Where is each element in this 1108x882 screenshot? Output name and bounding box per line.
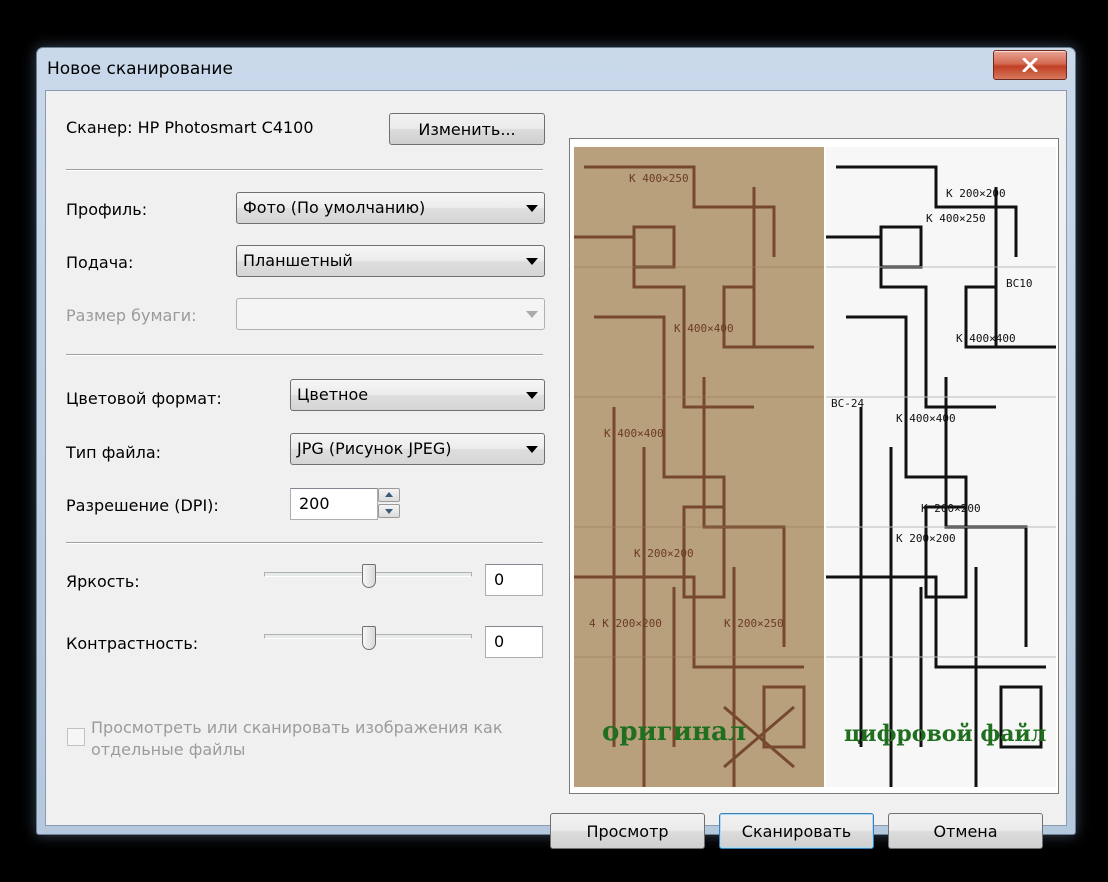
svg-text:K 400×400: K 400×400 (674, 322, 734, 335)
scan-button[interactable]: Сканировать (719, 813, 874, 849)
svg-text:4 K 200×200: 4 K 200×200 (589, 617, 662, 630)
color-format-label: Цветовой формат: (66, 389, 222, 408)
scanner-name: Сканер: HP Photosmart C4100 (66, 118, 314, 137)
contrast-label: Контрастность: (66, 634, 199, 653)
contrast-input[interactable]: 0 (485, 626, 543, 658)
change-scanner-button[interactable]: Изменить... (389, 113, 545, 145)
close-icon (1022, 58, 1038, 72)
dialog-body: Сканер: HP Photosmart C4100 Изменить... … (45, 90, 1067, 849)
color-format-dropdown[interactable]: Цветное (290, 379, 545, 411)
cancel-button[interactable]: Отмена (888, 813, 1043, 849)
digital-drawing-image: K 200×200 K 400×250 K 400×400 K 400×400 … (826, 147, 1056, 787)
separator (66, 354, 543, 356)
profile-value: Фото (По умолчанию) (243, 198, 426, 217)
profile-label: Профиль: (66, 200, 148, 219)
chevron-down-icon (526, 446, 538, 453)
original-scan-image: K 400×250 K 400×400 K 400×400 K 200×200 … (574, 147, 824, 787)
svg-text:K 200×200: K 200×200 (896, 532, 956, 545)
digital-scan-image: K 200×200 K 400×250 K 400×400 K 400×400 … (826, 147, 1056, 787)
svg-text:K 400×400: K 400×400 (896, 412, 956, 425)
resolution-value: 200 (299, 494, 330, 513)
window-title: Новое сканирование (47, 59, 233, 79)
new-scan-dialog: Новое сканирование Сканер: HP Photosmart… (36, 47, 1076, 849)
title-bar[interactable]: Новое сканирование (37, 48, 1075, 90)
preview-button[interactable]: Просмотр (550, 813, 705, 849)
source-dropdown[interactable]: Планшетный (236, 245, 545, 277)
svg-text:BC-24: BC-24 (831, 397, 864, 410)
resolution-input[interactable]: 200 (290, 488, 378, 520)
resolution-label: Разрешение (DPI): (66, 496, 219, 515)
svg-text:K 200×200: K 200×200 (921, 502, 981, 515)
brightness-label: Яркость: (66, 572, 140, 591)
digital-caption: цифровой файл (844, 721, 1047, 747)
scan-preview-pane: K 400×250 K 400×400 K 400×400 K 200×200 … (569, 138, 1059, 794)
svg-text:K 400×400: K 400×400 (956, 332, 1016, 345)
svg-text:K 200×200: K 200×200 (634, 547, 694, 560)
chevron-down-icon (526, 392, 538, 399)
separate-files-label-line2: отдельные файлы (91, 740, 246, 759)
svg-text:K 200×200: K 200×200 (946, 187, 1006, 200)
separator (66, 169, 543, 171)
chevron-down-icon (526, 311, 538, 318)
chevron-down-icon (526, 258, 538, 265)
original-drawing-image: K 400×250 K 400×400 K 400×400 K 200×200 … (574, 147, 824, 787)
svg-text:K 400×250: K 400×250 (926, 212, 986, 225)
source-label: Подача: (66, 253, 134, 272)
file-type-label: Тип файла: (66, 443, 162, 462)
separate-files-label-line1: Просмотреть или сканировать изображения … (91, 718, 503, 737)
file-type-dropdown[interactable]: JPG (Рисунок JPEG) (290, 433, 545, 465)
resolution-stepper[interactable] (378, 488, 402, 520)
paper-size-dropdown (236, 298, 545, 330)
arrow-up-icon[interactable] (378, 488, 400, 502)
paper-size-label: Размер бумаги: (66, 306, 197, 325)
contrast-value: 0 (494, 632, 505, 651)
arrow-down-icon[interactable] (378, 504, 400, 518)
source-value: Планшетный (243, 251, 353, 270)
svg-text:BC10: BC10 (1006, 277, 1033, 290)
close-button[interactable] (993, 50, 1067, 80)
svg-text:K 200×250: K 200×250 (724, 617, 784, 630)
brightness-slider-thumb[interactable] (362, 564, 376, 588)
separator (66, 542, 543, 544)
svg-text:K 400×250: K 400×250 (629, 172, 689, 185)
original-caption: оригинал (602, 717, 747, 747)
brightness-value: 0 (494, 570, 505, 589)
profile-dropdown[interactable]: Фото (По умолчанию) (236, 192, 545, 224)
svg-text:K 400×400: K 400×400 (604, 427, 664, 440)
brightness-input[interactable]: 0 (485, 564, 543, 596)
separate-files-checkbox[interactable] (67, 728, 85, 746)
chevron-down-icon (526, 205, 538, 212)
file-type-value: JPG (Рисунок JPEG) (297, 439, 452, 458)
contrast-slider-thumb[interactable] (362, 626, 376, 650)
color-format-value: Цветное (297, 385, 369, 404)
